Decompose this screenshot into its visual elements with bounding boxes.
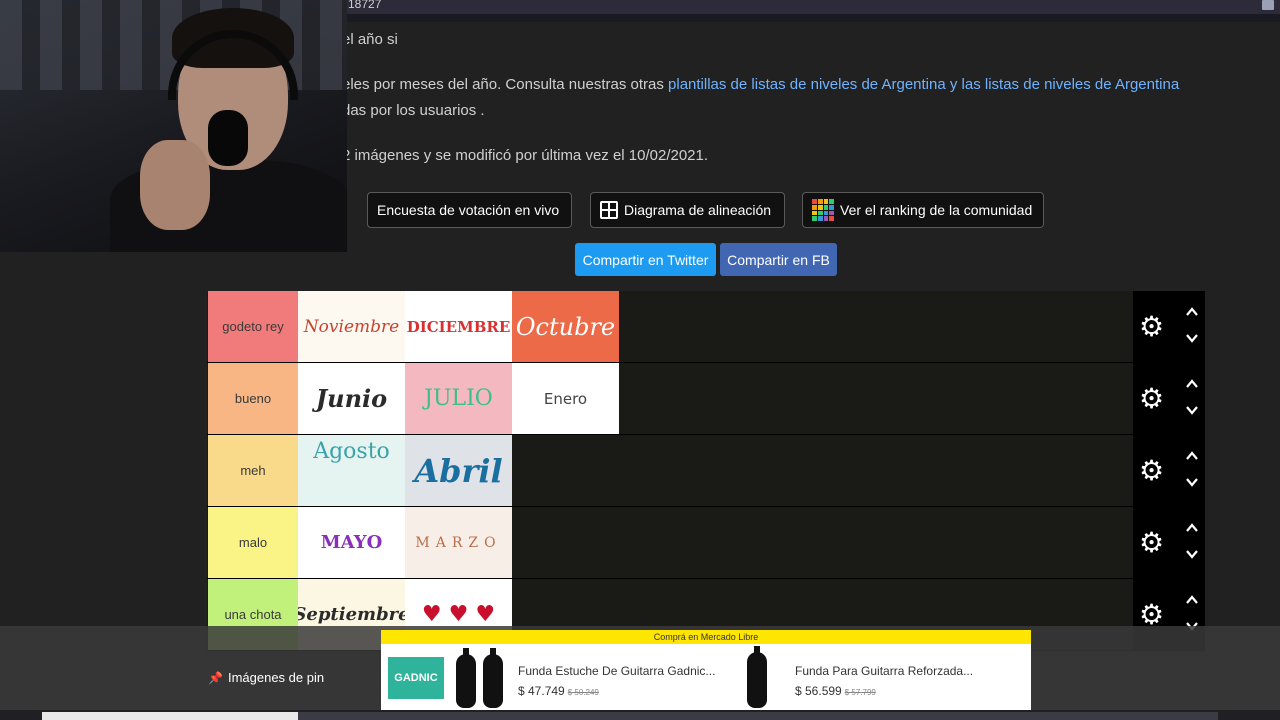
description-line-4: 2 imágenes y se modificó por última vez …: [342, 147, 709, 164]
tier-row: malo MAYO MARZO ⚙: [207, 507, 1205, 579]
tier-controls: ⚙: [1133, 507, 1205, 579]
tier-item-marzo[interactable]: MARZO: [405, 507, 512, 578]
tier-item-diciembre[interactable]: DICIEMBRE: [405, 291, 512, 362]
tier-items: Noviembre DICIEMBRE Octubre: [298, 291, 619, 362]
microphone-icon: [208, 110, 248, 166]
tier-row: bueno Junio JULIO Enero ⚙: [207, 363, 1205, 435]
webcam-overlay: [0, 0, 347, 252]
live-poll-label: Encuesta de votación en vivo: [377, 202, 560, 218]
taskbar-apps[interactable]: [298, 712, 1218, 720]
chevron-down-icon[interactable]: [1185, 547, 1199, 561]
community-ranking-button[interactable]: Ver el ranking de la comunidad: [802, 192, 1044, 228]
share-facebook-button[interactable]: Compartir en FB: [720, 243, 837, 276]
description-line-3: das por los usuarios .: [342, 102, 485, 119]
gear-icon[interactable]: ⚙: [1139, 457, 1164, 485]
taskbar-search[interactable]: [42, 712, 298, 720]
ad-product-title[interactable]: Funda Estuche De Guitarra Gadnic...: [518, 664, 715, 678]
guitar-case-image[interactable]: [483, 648, 503, 708]
gear-icon[interactable]: ⚙: [1139, 385, 1164, 413]
pin-images-label: Imágenes de pin: [227, 670, 325, 685]
pin-images-link[interactable]: 📌 Imágenes de pin: [208, 670, 324, 685]
tier-item-octubre[interactable]: Octubre: [512, 291, 619, 362]
description-line-1: el año si: [342, 31, 398, 48]
chevron-up-icon[interactable]: [1185, 377, 1199, 391]
community-ranking-label: Ver el ranking de la comunidad: [840, 202, 1033, 218]
argentina-tierlists-link[interactable]: y las listas de niveles de Argentina: [946, 76, 1179, 93]
grid-icon: [600, 201, 618, 219]
webcam-person-hand: [140, 140, 210, 230]
ranking-icon: [812, 199, 834, 221]
ad-header: Comprá en Mercado Libre: [653, 632, 759, 642]
tier-item-abril[interactable]: Abril: [405, 435, 512, 506]
argentina-templates-link[interactable]: plantillas de listas de niveles de Argen…: [668, 76, 946, 93]
tier-label[interactable]: bueno: [208, 363, 298, 434]
translate-icon[interactable]: [1262, 0, 1274, 10]
tier-items: Agosto Abril: [298, 435, 512, 506]
tier-list: godeto rey Noviembre DICIEMBRE Octubre ⚙…: [207, 291, 1205, 652]
price-old: $ 57.799: [844, 688, 876, 697]
tier-controls: ⚙: [1133, 363, 1205, 435]
tier-item-agosto[interactable]: Agosto: [298, 435, 405, 506]
alignment-chart-label: Diagrama de alineación: [624, 202, 772, 218]
chevron-up-icon[interactable]: [1185, 593, 1199, 607]
price-current: $ 47.749: [518, 684, 565, 698]
pin-icon: 📌: [208, 670, 223, 685]
page-id-fragment: 18727: [348, 0, 382, 11]
tier-item-junio[interactable]: Junio: [298, 363, 405, 434]
tier-item-noviembre[interactable]: Noviembre: [298, 291, 405, 362]
chevron-up-icon[interactable]: [1185, 305, 1199, 319]
chevron-up-icon[interactable]: [1185, 449, 1199, 463]
tier-controls: ⚙: [1133, 291, 1205, 363]
taskbar: [0, 710, 1280, 720]
ad-product-price: $ 47.749 $ 50.249: [518, 684, 599, 698]
description-line-2: eles por meses del año. Consulta nuestra…: [342, 76, 1179, 93]
tier-items: Junio JULIO Enero: [298, 363, 619, 434]
chevron-down-icon[interactable]: [1185, 475, 1199, 489]
tier-item-enero[interactable]: Enero: [512, 363, 619, 434]
tier-row: meh Agosto Abril ⚙: [207, 435, 1205, 507]
tier-label[interactable]: malo: [208, 507, 298, 578]
mercadolibre-ad[interactable]: Comprá en Mercado Libre GADNIC Funda Est…: [381, 630, 1031, 710]
tier-item-julio[interactable]: JULIO: [405, 363, 512, 434]
ad-brand-logo[interactable]: GADNIC: [388, 657, 444, 699]
live-poll-button[interactable]: Encuesta de votación en vivo: [367, 192, 572, 228]
tier-label[interactable]: meh: [208, 435, 298, 506]
tier-item-mayo[interactable]: MAYO: [298, 507, 405, 578]
price-old: $ 50.249: [567, 688, 599, 697]
alignment-chart-button[interactable]: Diagrama de alineación: [590, 192, 785, 228]
ad-product-title[interactable]: Funda Para Guitarra Reforzada...: [795, 664, 973, 678]
chevron-down-icon[interactable]: [1185, 403, 1199, 417]
price-current: $ 56.599: [795, 684, 842, 698]
gear-icon[interactable]: ⚙: [1139, 529, 1164, 557]
description-text: eles por meses del año. Consulta nuestra…: [342, 76, 669, 93]
guitar-case-image[interactable]: [456, 648, 476, 708]
tier-items: MAYO MARZO: [298, 507, 512, 578]
guitar-case-image[interactable]: [747, 646, 767, 708]
gear-icon[interactable]: ⚙: [1139, 601, 1164, 629]
tier-label[interactable]: godeto rey: [208, 291, 298, 362]
tier-controls: ⚙: [1133, 435, 1205, 507]
chevron-down-icon[interactable]: [1185, 331, 1199, 345]
ad-product-price: $ 56.599 $ 57.799: [795, 684, 876, 698]
tier-row: godeto rey Noviembre DICIEMBRE Octubre ⚙: [207, 291, 1205, 363]
chevron-up-icon[interactable]: [1185, 521, 1199, 535]
gear-icon[interactable]: ⚙: [1139, 313, 1164, 341]
share-twitter-button[interactable]: Compartir en Twitter: [575, 243, 716, 276]
